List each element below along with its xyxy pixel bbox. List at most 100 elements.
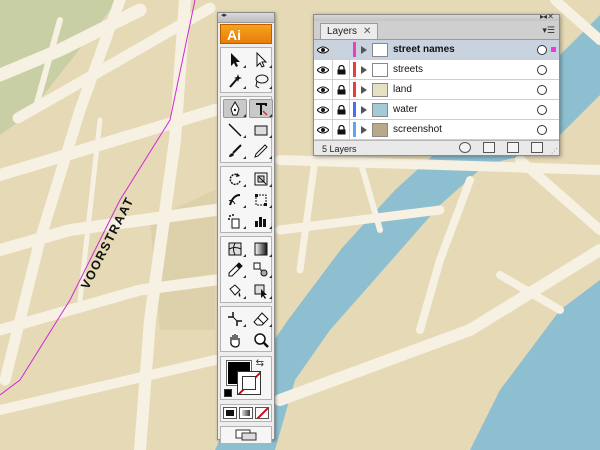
eye-icon	[317, 66, 329, 73]
target-circle-icon[interactable]	[537, 44, 547, 55]
layer-row-1[interactable]: streets	[314, 60, 559, 80]
lasso-tool[interactable]	[249, 71, 273, 90]
rotate-tool[interactable]	[223, 169, 247, 188]
mesh-tool[interactable]	[223, 239, 247, 258]
rotate-icon	[229, 172, 241, 185]
layer-name[interactable]: screenshot	[393, 124, 537, 135]
tab-layers[interactable]: Layers ✕	[320, 23, 379, 40]
layer-name[interactable]: water	[393, 104, 537, 115]
live-paint-bucket-tool[interactable]	[223, 281, 247, 300]
blend-icon	[253, 262, 268, 276]
target-circle-icon[interactable]	[537, 64, 547, 75]
layer-row-3[interactable]: water	[314, 100, 559, 120]
zoom-tool[interactable]	[249, 330, 273, 349]
symbol-sprayer-tool[interactable]	[223, 211, 247, 230]
expand-triangle-icon[interactable]	[361, 125, 367, 134]
expand-triangle-icon[interactable]	[361, 105, 367, 114]
column-graph-tool[interactable]	[249, 211, 273, 230]
make-clipping-mask-icon[interactable]	[459, 142, 471, 153]
lock-toggle[interactable]	[333, 60, 350, 79]
layer-row-0[interactable]: street names	[314, 40, 559, 60]
blend-tool[interactable]	[249, 260, 273, 279]
target-circle-icon[interactable]	[537, 104, 547, 115]
hand-tool[interactable]	[223, 330, 247, 349]
rectangle-tool[interactable]	[249, 120, 273, 139]
panel-menu-icon[interactable]: ▾☰	[542, 25, 555, 36]
hand-icon	[230, 333, 240, 348]
screen-mode-button[interactable]	[220, 426, 272, 444]
pencil-tool[interactable]	[249, 141, 273, 160]
expand-triangle-icon[interactable]	[361, 45, 367, 54]
new-layer-icon[interactable]	[507, 142, 519, 153]
lock-toggle[interactable]	[333, 120, 350, 139]
close-icon[interactable]: ✕	[363, 24, 371, 40]
target-circle-icon[interactable]	[537, 124, 547, 135]
selection-arrow-icon	[231, 52, 240, 67]
selection-tool[interactable]	[223, 50, 247, 69]
slice-tool[interactable]	[223, 309, 247, 328]
live-paint-selection-tool[interactable]	[249, 281, 273, 300]
visibility-toggle[interactable]	[314, 80, 333, 99]
direct-selection-tool[interactable]	[249, 50, 273, 69]
layer-color-swatch	[353, 102, 356, 117]
slice-icon	[228, 311, 242, 326]
visibility-toggle[interactable]	[314, 120, 333, 139]
free-transform-tool[interactable]	[249, 190, 273, 209]
tools-panel[interactable]: ◂▸ Ai ⇆	[217, 11, 275, 444]
lock-icon	[337, 124, 345, 134]
line-tool[interactable]	[223, 120, 247, 139]
paintbrush-tool[interactable]	[223, 141, 247, 160]
pen-tool[interactable]	[223, 99, 247, 118]
gradient-mode-button[interactable]	[239, 407, 253, 419]
lock-toggle[interactable]	[333, 100, 350, 119]
paintbrush-icon	[229, 143, 242, 157]
layer-color-swatch	[353, 62, 356, 77]
resize-grip-icon[interactable]: ⋰	[551, 147, 558, 155]
scale-icon	[254, 172, 268, 185]
warp-icon	[228, 193, 241, 205]
eye-icon	[317, 126, 329, 133]
eye-icon	[317, 86, 329, 93]
layer-name[interactable]: street names	[393, 44, 537, 55]
scale-tool[interactable]	[249, 169, 273, 188]
layers-panel[interactable]: ▸◂ ✕ Layers ✕ ▾☰ street names streets la…	[313, 12, 560, 156]
layer-name[interactable]: land	[393, 84, 537, 95]
new-sublayer-icon[interactable]	[483, 142, 495, 153]
none-mode-button[interactable]	[255, 407, 269, 419]
lock-toggle[interactable]	[333, 40, 350, 59]
swap-arrows-icon[interactable]: ⇆	[256, 358, 264, 369]
magic-wand-tool[interactable]	[223, 71, 247, 90]
expand-triangle-icon[interactable]	[361, 65, 367, 74]
stroke-swatch[interactable]	[237, 371, 261, 395]
tools-panel-grip[interactable]: ◂▸	[218, 11, 274, 23]
drawing-tools	[220, 96, 273, 163]
panel-collapse-icon[interactable]: ▸◂ ✕	[540, 12, 554, 21]
eyedropper-tool[interactable]	[223, 260, 247, 279]
lock-toggle[interactable]	[333, 80, 350, 99]
fill-stroke-control[interactable]: ⇆	[220, 356, 272, 400]
layers-footer: 5 Layers ⋰	[314, 141, 559, 156]
layer-row-4[interactable]: screenshot	[314, 120, 559, 140]
warp-tool[interactable]	[223, 190, 247, 209]
color-mode-button[interactable]	[223, 407, 237, 419]
visibility-toggle[interactable]	[314, 40, 333, 59]
visibility-toggle[interactable]	[314, 100, 333, 119]
type-icon	[256, 102, 268, 116]
expand-triangle-icon[interactable]	[361, 85, 367, 94]
eye-icon	[317, 106, 329, 113]
visibility-toggle[interactable]	[314, 60, 333, 79]
layers-tab-row: Layers ✕ ▾☰	[314, 21, 559, 40]
default-colors-icon[interactable]	[224, 389, 232, 397]
rectangle-icon	[254, 125, 268, 135]
layer-row-2[interactable]: land	[314, 80, 559, 100]
color-mode-buttons	[220, 404, 272, 422]
target-circle-icon[interactable]	[537, 84, 547, 95]
trash-icon[interactable]	[531, 142, 543, 153]
layer-count: 5 Layers	[322, 143, 357, 154]
selection-indicator[interactable]	[551, 47, 556, 52]
type-tool[interactable]	[249, 99, 273, 118]
eraser-tool[interactable]	[249, 309, 273, 328]
gradient-tool[interactable]	[249, 239, 273, 258]
layer-name[interactable]: streets	[393, 64, 537, 75]
double-chevron-icon[interactable]: ◂▸	[221, 11, 227, 21]
